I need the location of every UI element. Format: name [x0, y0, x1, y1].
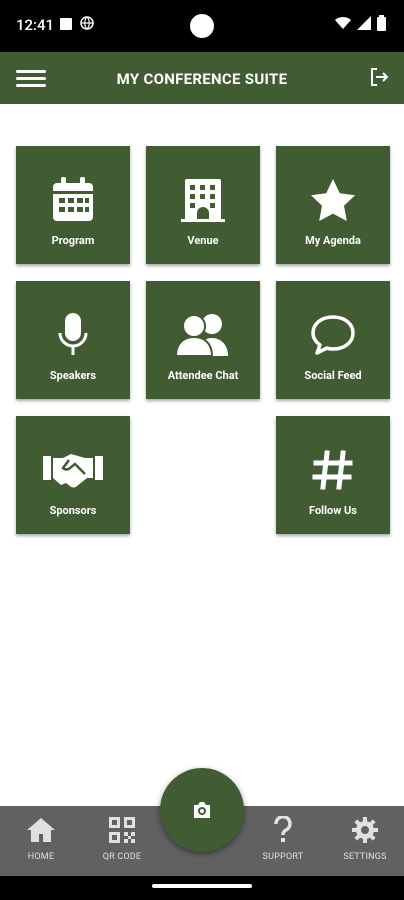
logout-icon[interactable] [368, 66, 392, 90]
tile-label: Attendee Chat [167, 369, 239, 382]
tile-attendee-chat[interactable]: Attendee Chat [146, 281, 260, 399]
tile-social-feed[interactable]: Social Feed [276, 281, 390, 399]
handshake-icon [43, 444, 103, 496]
nav-home-label: HOME [27, 852, 55, 862]
tile-my-agenda[interactable]: My Agenda [276, 146, 390, 264]
home-icon [27, 818, 55, 842]
qr-code-icon [109, 817, 135, 843]
status-bar: 12:41 [0, 0, 404, 52]
nav-qr-code[interactable]: QR CODE [87, 816, 157, 862]
tile-label: Speakers [49, 369, 97, 382]
tile-label: Venue [187, 234, 219, 247]
nav-support[interactable]: SUPPORT [248, 814, 318, 862]
tile-label: Follow Us [309, 504, 357, 517]
chat-bubble-icon [309, 309, 357, 361]
nav-settings[interactable]: SETTINGS [330, 816, 400, 862]
app-bar: MY CONFERENCE SUITE [0, 52, 404, 104]
tile-sponsors[interactable]: Sponsors [16, 416, 130, 534]
home-indicator-area [0, 876, 404, 900]
nav-support-label: SUPPORT [262, 852, 304, 862]
star-icon [309, 174, 357, 226]
tile-label: Social Feed [304, 369, 362, 382]
signal-icon [357, 16, 371, 30]
tile-label: My Agenda [305, 234, 361, 247]
wifi-icon [335, 16, 351, 29]
tile-speakers[interactable]: Speakers [16, 281, 130, 399]
tile-label: Program [51, 234, 95, 247]
tile-follow-us[interactable]: Follow Us [276, 416, 390, 534]
camera-button[interactable] [160, 768, 244, 852]
hashtag-icon [312, 444, 354, 496]
building-icon [181, 174, 225, 226]
calendar-icon [51, 174, 95, 226]
tile-venue[interactable]: Venue [146, 146, 260, 264]
tile-label: Sponsors [49, 504, 97, 517]
gear-icon [352, 817, 378, 843]
status-icons [335, 15, 386, 31]
front-camera [190, 14, 214, 38]
tile-program[interactable]: Program [16, 146, 130, 264]
home-indicator[interactable] [152, 884, 252, 888]
notification-square-icon [60, 18, 72, 30]
nav-settings-label: SETTINGS [343, 852, 387, 862]
microphone-icon [57, 309, 89, 361]
status-time: 12:41 [16, 16, 55, 34]
question-icon [274, 814, 292, 842]
battery-icon [377, 15, 386, 31]
globe-icon [80, 16, 94, 34]
users-icon [174, 309, 232, 361]
nav-qr-code-label: QR CODE [102, 852, 142, 862]
nav-home[interactable]: HOME [6, 816, 76, 862]
page-title: MY CONFERENCE SUITE [116, 70, 288, 88]
camera-icon [194, 802, 210, 818]
